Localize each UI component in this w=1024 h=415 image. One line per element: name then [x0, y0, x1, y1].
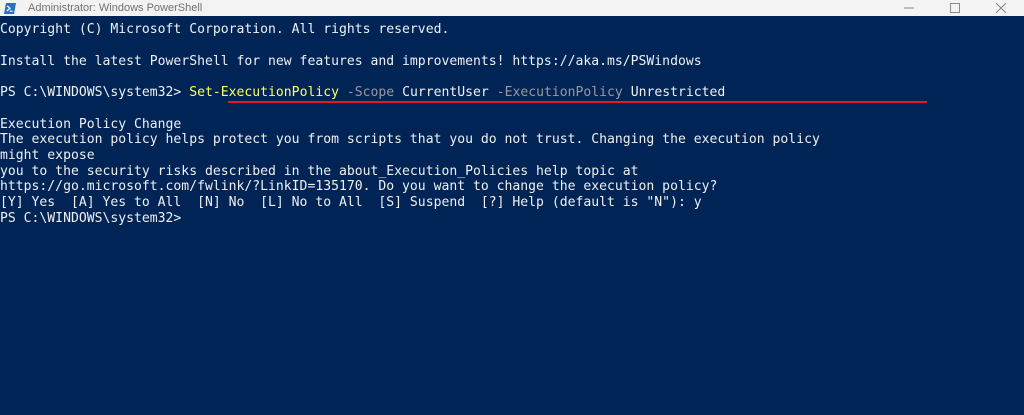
title-bar[interactable]: Administrator: Windows PowerShell	[0, 0, 1024, 16]
window-controls	[886, 0, 1024, 16]
policy-message-line: https://go.microsoft.com/fwlink/?LinkID=…	[0, 179, 718, 194]
policy-message-line: The execution policy helps protect you f…	[0, 132, 820, 147]
maximize-icon	[950, 3, 960, 13]
copyright-line: Copyright (C) Microsoft Corporation. All…	[0, 22, 450, 37]
console-output[interactable]: Copyright (C) Microsoft Corporation. All…	[0, 16, 1024, 415]
command-line: PS C:\WINDOWS\system32> Set-ExecutionPol…	[0, 85, 725, 101]
maximize-button[interactable]	[932, 0, 978, 16]
window-title: Administrator: Windows PowerShell	[28, 2, 203, 14]
minimize-icon	[904, 7, 914, 9]
prompt: PS C:\WINDOWS\system32>	[0, 85, 190, 100]
policy-message-line: you to the security risks described in t…	[0, 164, 639, 179]
scope-argument: CurrentUser	[402, 85, 489, 100]
policy-heading: Execution Policy Change	[0, 117, 182, 132]
cmdlet-name: Set-ExecutionPolicy	[189, 85, 339, 100]
policy-message-line: might expose	[0, 148, 95, 163]
powershell-window: Administrator: Windows PowerShell Copyri…	[0, 0, 1024, 415]
command-highlight-underline	[228, 101, 927, 103]
prompt-line: PS C:\WINDOWS\system32>	[0, 211, 182, 226]
policy-argument: Unrestricted	[630, 85, 726, 100]
close-button[interactable]	[978, 0, 1024, 16]
policy-parameter: -ExecutionPolicy	[496, 85, 623, 100]
minimize-button[interactable]	[886, 0, 932, 16]
scope-parameter: -Scope	[346, 85, 395, 100]
install-notice-line: Install the latest PowerShell for new fe…	[0, 54, 702, 69]
powershell-icon	[4, 2, 16, 14]
close-icon	[996, 3, 1006, 13]
choices-line: [Y] Yes [A] Yes to All [N] No [L] No to …	[0, 195, 702, 210]
